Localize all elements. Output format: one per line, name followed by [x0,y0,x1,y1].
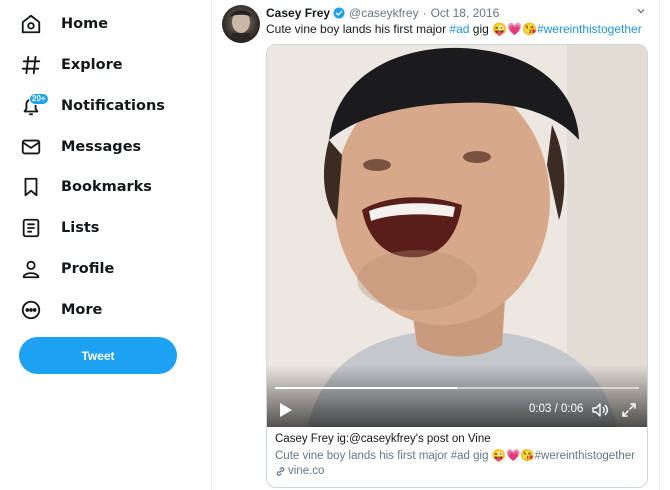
video-progress-bar[interactable] [275,387,639,389]
more-icon [20,294,52,326]
tweet-header: Casey Frey @caseykfrey · Oct 18, 2016 [266,6,499,20]
sidebar-item-bookmarks[interactable]: Bookmarks [20,167,152,207]
fullscreen-icon[interactable] [621,402,637,418]
play-icon[interactable] [279,402,293,418]
sidebar-item-notifications[interactable]: 20+ Notifications [20,86,165,126]
sidebar-item-label: Messages [61,139,142,155]
hashtag-icon [20,49,52,81]
sidebar-item-label: More [61,302,103,318]
person-icon [20,253,52,285]
hashtag-link[interactable]: #ad [449,22,469,36]
bookmark-icon [20,171,52,203]
sidebar-item-label: Home [61,16,109,32]
timeline-divider [659,0,660,490]
envelope-icon [20,131,52,163]
sidebar-item-profile[interactable]: Profile [20,249,114,289]
bell-icon: 20+ [20,90,52,122]
sidebar-item-more[interactable]: More [20,290,102,330]
video-current-time: 0:03 [529,403,552,415]
card-domain-text: vine.co [288,465,325,477]
sidebar-item-label: Profile [61,261,115,277]
sidebar-item-explore[interactable]: Explore [20,45,123,85]
link-card[interactable]: 0:03 / 0:06 Casey Frey ig:@caseykfrey's … [266,44,648,488]
notification-badge: 20+ [29,93,49,105]
card-description: Cute vine boy lands his first major #ad … [275,450,636,462]
tweet-button[interactable]: Tweet [19,337,177,374]
verified-badge-icon [333,7,345,19]
card-domain: vine.co [275,465,647,477]
sidebar-item-label: Lists [61,220,100,236]
chevron-down-icon[interactable] [636,6,646,19]
sidebar-item-lists[interactable]: Lists [20,208,99,248]
sidebar-item-label: Explore [61,57,123,73]
avatar[interactable] [222,5,260,43]
author-name[interactable]: Casey Frey [266,6,330,20]
tweet-text-part: Cute vine boy lands his first major [266,22,450,36]
home-icon [20,8,52,40]
tweet-date[interactable]: Oct 18, 2016 [431,6,500,20]
sidebar-item-home[interactable]: Home [20,4,108,44]
video-time-separator: / [551,403,561,415]
video-duration: 0:06 [560,403,584,415]
list-icon [20,212,52,244]
sidebar-nav: Home Explore 20+ Notifications Messages … [0,0,212,490]
video-frame [267,45,647,427]
tweet-text-part: gig 😜💗😘 [469,22,537,36]
hashtag-link[interactable]: #wereinthistogether [537,22,642,36]
sidebar-item-label: Bookmarks [61,179,152,195]
card-details: Casey Frey ig:@caseykfrey's post on Vine… [267,427,647,487]
tweet-text: Cute vine boy lands his first major #ad … [266,22,642,36]
header-separator: · [422,6,427,20]
card-title: Casey Frey ig:@caseykfrey's post on Vine [275,433,491,445]
sidebar-item-label: Notifications [61,98,165,114]
video-player[interactable]: 0:03 / 0:06 [267,45,647,427]
video-time: 0:03 / 0:06 [529,403,583,415]
author-handle[interactable]: @caseykfrey [349,6,419,20]
video-progress-fill [275,387,457,389]
volume-icon[interactable] [591,401,609,419]
sidebar-divider [211,0,212,490]
sidebar-item-messages[interactable]: Messages [20,127,141,167]
link-icon [275,466,286,477]
